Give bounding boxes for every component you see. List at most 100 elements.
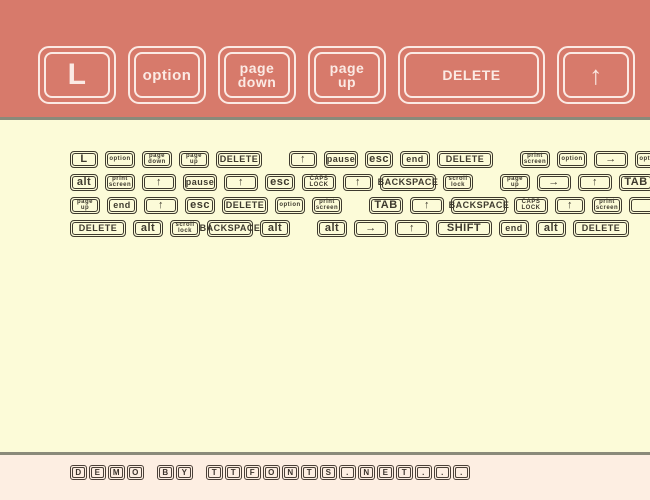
keycap-label: print screen xyxy=(522,152,548,166)
specimen-keycap-backspace: BACKSPACE xyxy=(449,196,509,214)
footer-keycap-char: O xyxy=(263,465,280,480)
keycap-label: print screen xyxy=(594,198,620,212)
keycap-label: pause xyxy=(185,175,215,189)
footer-keycap-char: B xyxy=(157,465,174,480)
specimen-keycap-option: option xyxy=(635,150,650,168)
keycap-label: ↑ xyxy=(144,175,174,189)
keycap-label: ↑ xyxy=(291,152,315,166)
specimen-area: Loption page down page up DELETE ↑ pause esc end D… xyxy=(0,120,650,452)
keycap-label: option xyxy=(637,152,650,166)
keycap-label: O xyxy=(265,467,278,478)
footer-keycap-char: T xyxy=(225,465,242,480)
specimen-keycap-print-screen: print screen xyxy=(592,196,622,214)
keycap-label: M xyxy=(110,467,123,478)
specimen-keycap-print-screen: print screen xyxy=(105,173,135,191)
keycap-label: DELETE xyxy=(404,52,539,98)
footer-keycap-char: . xyxy=(415,465,432,480)
specimen-keycap-delete: DELETE xyxy=(70,219,126,237)
keycap-label: scroll lock xyxy=(172,221,198,235)
footer-space xyxy=(146,465,157,480)
keycap-label: page up xyxy=(502,175,528,189)
specimen-keycap-arrow: → xyxy=(354,219,388,237)
keycap-label: page down xyxy=(224,52,290,98)
specimen-keycap-delete: DELETE xyxy=(222,196,268,214)
specimen-keycap-end: end xyxy=(107,196,137,214)
keycap-label: page up xyxy=(72,198,98,212)
keycap-label: page down xyxy=(144,152,170,166)
keycap-label: → xyxy=(596,152,626,166)
specimen-keycap-arrow: → xyxy=(594,150,628,168)
specimen-keycap-option: option xyxy=(275,196,305,214)
footer-keycap-char: D xyxy=(70,465,87,480)
footer-keycap-char: . xyxy=(434,465,451,480)
specimen-keycap-page-up: page up xyxy=(500,173,530,191)
footer-keycap-char: T xyxy=(301,465,318,480)
keycap-label: → xyxy=(539,175,569,189)
keycap-label: D xyxy=(72,467,85,478)
footer-keycap-char: . xyxy=(339,465,356,480)
specimen-keycap-arrow: ↑ xyxy=(289,150,317,168)
keycap-label: alt xyxy=(319,221,345,235)
footer-keycap-strip: DEMOBYTTFONTS.NET... xyxy=(70,465,472,480)
footer-keycap-char: N xyxy=(358,465,375,480)
specimen-keycap-arrow: ↑ xyxy=(410,196,444,214)
specimen-keycap-page-up: page up xyxy=(70,196,100,214)
footer-keycap-char: S xyxy=(320,465,337,480)
sample-row: page up end ↑ esc DELETE option print screen TAB ↑… xyxy=(70,195,650,215)
specimen-keycap-alt: alt xyxy=(536,219,566,237)
banner-keycap-: ↑ xyxy=(557,46,635,104)
specimen-keycap-delete: DELETE xyxy=(573,219,629,237)
keycap-label: . xyxy=(455,467,468,478)
keycap-label: esc xyxy=(267,175,293,189)
banner-keycap-page-up: page up xyxy=(308,46,386,104)
keycap-label: CAPS LOCK xyxy=(516,198,546,212)
keycap-label: end xyxy=(109,198,135,212)
specimen-keycap-delete: DELETE xyxy=(437,150,493,168)
keycap-label: option xyxy=(134,52,200,98)
banner-keycap-option: option xyxy=(128,46,206,104)
specimen-keycap-arrow: ↑ xyxy=(578,173,612,191)
specimen-keycap-arrow: ↑ xyxy=(142,173,176,191)
keycap-label: ↑ xyxy=(146,198,176,212)
keycap-label: print screen xyxy=(107,175,133,189)
keycap-label: T xyxy=(227,467,240,478)
specimen-keycap-alt: alt xyxy=(317,219,347,237)
keycap-label: print screen xyxy=(314,198,340,212)
footer-keycap-char: O xyxy=(127,465,144,480)
specimen-keycap-alt: alt xyxy=(260,219,290,237)
footer-keycap-char: M xyxy=(108,465,125,480)
specimen-keycap-arrow: → xyxy=(537,173,571,191)
sample-row: DELETE alt scroll lock BACKSPACE alt alt → ↑ SHIF… xyxy=(70,218,629,238)
specimen-keycap-esc: esc xyxy=(185,196,215,214)
keycap-label: option xyxy=(559,152,585,166)
specimen-keycap-tab: TAB xyxy=(369,196,403,214)
keycap-label: end xyxy=(501,221,527,235)
specimen-keycap-scroll-lock: scroll lock xyxy=(443,173,473,191)
specimen-keycap-arrow: ↑ xyxy=(144,196,178,214)
footer-keycap-char: E xyxy=(89,465,106,480)
keycap-label: . xyxy=(417,467,430,478)
specimen-keycap-scroll-lock: scroll lock xyxy=(170,219,200,237)
footer-keycap-char: E xyxy=(377,465,394,480)
keycap-label: T xyxy=(398,467,411,478)
keycap-label: ↑ xyxy=(412,198,442,212)
keycap-label: F xyxy=(246,467,259,478)
banner-keycap-l: L xyxy=(38,46,116,104)
specimen-keycap-page-up: page up xyxy=(179,150,209,168)
specimen-keycap-esc: esc xyxy=(365,150,393,168)
footer-keycap-char: T xyxy=(396,465,413,480)
specimen-keycap-print-screen: print screen xyxy=(312,196,342,214)
specimen-keycap-tab: TAB xyxy=(619,173,650,191)
keycap-label: option xyxy=(107,152,133,166)
keycap-label: ↑ xyxy=(345,175,371,189)
keycap-label: DELETE xyxy=(72,221,124,235)
specimen-keycap-arrow: ↑ xyxy=(224,173,258,191)
specimen-keycap-backspace: BACKSPACE xyxy=(378,173,438,191)
keycap-label: alt xyxy=(72,175,96,189)
sample-row: alt print screen ↑ pause ↑ esc CAPS LOCK ↑ BACKSPA… xyxy=(70,172,650,192)
specimen-keycap-page-down: page down xyxy=(142,150,172,168)
specimen-keycap-option: option xyxy=(557,150,587,168)
keycap-label: pause xyxy=(326,152,356,166)
keycap-label: DELETE xyxy=(439,152,491,166)
specimen-keycap-end: end xyxy=(499,219,529,237)
